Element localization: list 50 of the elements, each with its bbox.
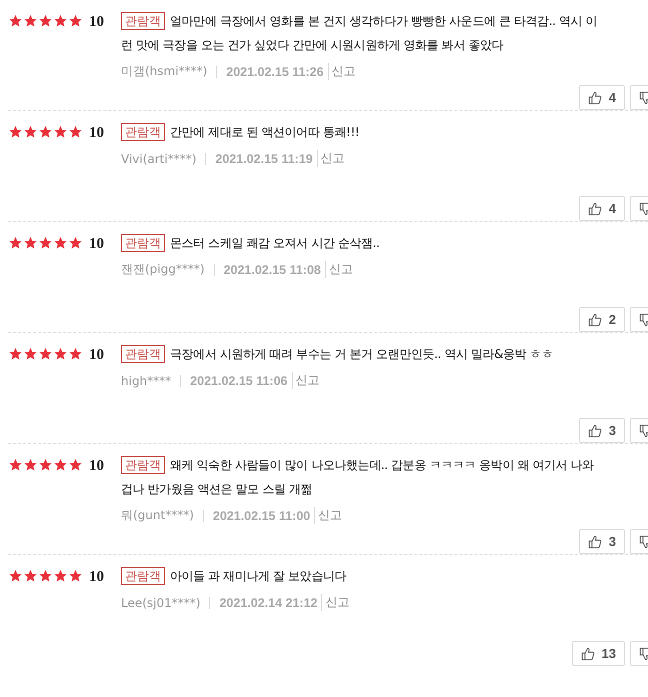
review-text: 얼마만에 극장에서 영화를 본 건지 생각하다가 빵빵한 사운드에 큰 타격감.. 역시 이 [170,13,598,30]
review-text: 몬스터 스케일 쾌감 오져서 시간 순삭잼.. [170,235,380,252]
review-text: 런 맛에 극장을 오는 건가 싶었다 간만에 시원시원하게 영화를 봐서 좋았다 [121,37,504,54]
author-name: Lee(sj01****) [121,596,200,610]
thumbs-up-icon [588,424,602,438]
like-button[interactable]: 4 [578,196,625,221]
thumbs-up-icon [588,202,602,216]
review-text: 아이들 과 재미나게 잘 보았습니다 [170,568,346,585]
report-link[interactable]: 신고 [328,63,356,80]
viewer-badge: 관람객 [121,12,165,30]
viewer-badge: 관람객 [121,456,165,474]
report-link[interactable]: 신고 [324,261,353,278]
author-name: 미갬(hsmi****) [121,63,208,80]
review-date: 2021.02.14 21:12 [219,596,318,610]
thumbs-up-icon [588,90,602,104]
like-button[interactable]: 3 [578,529,625,554]
author-name: 뭐(gunt****) [121,507,194,524]
report-link[interactable]: 신고 [316,150,345,167]
viewer-badge: 관람객 [121,567,165,585]
like-button[interactable]: 4 [578,85,625,110]
review-text: 왜케 익숙한 사람들이 많이 나오나했는데.. 갑분옹 ㅋㅋㅋㅋ 옹박이 왜 여기서 나와 [170,457,594,474]
viewer-badge: 관람객 [121,234,165,252]
report-link[interactable]: 신고 [314,507,342,524]
like-button[interactable]: 13 [572,641,625,666]
review-date: 2021.02.15 11:26 [226,64,324,78]
thumbs-up-icon [580,646,595,660]
review-date: 2021.02.15 11:00 [212,508,310,522]
rating-score: 10 [89,125,104,141]
rating-score: 10 [89,236,104,252]
review-date: 2021.02.15 11:06 [190,374,288,388]
review-text: 겁나 반가웠음 액션은 말모 스릴 개쩖 [121,481,312,498]
thumbs-up-icon [588,312,602,326]
viewer-badge: 관람객 [121,123,165,141]
rating-score: 10 [89,14,104,30]
rating-score: 10 [89,347,104,363]
review-date: 2021.02.15 11:19 [215,152,313,166]
report-link[interactable]: 신고 [321,594,350,611]
like-button[interactable]: 3 [578,418,625,443]
review-text: 극장에서 시원하게 때려 부수는 거 본거 오랜만인듯.. 역시 밀라&웅박 ㅎㅎ [170,346,553,363]
author-name: high**** [121,374,172,388]
report-link[interactable]: 신고 [292,372,320,389]
author-name: Vivi(arti****) [121,152,196,166]
author-name: 잰잰(pigg****) [121,261,205,278]
thumbs-up-icon [588,534,602,548]
review-date: 2021.02.15 11:08 [224,262,321,276]
rating-score: 10 [89,569,104,585]
review-text: 간만에 제대로 된 액션이어따 통쾌!!! [170,124,360,141]
rating-score: 10 [89,458,104,474]
viewer-badge: 관람객 [121,345,165,363]
like-button[interactable]: 2 [578,307,625,332]
